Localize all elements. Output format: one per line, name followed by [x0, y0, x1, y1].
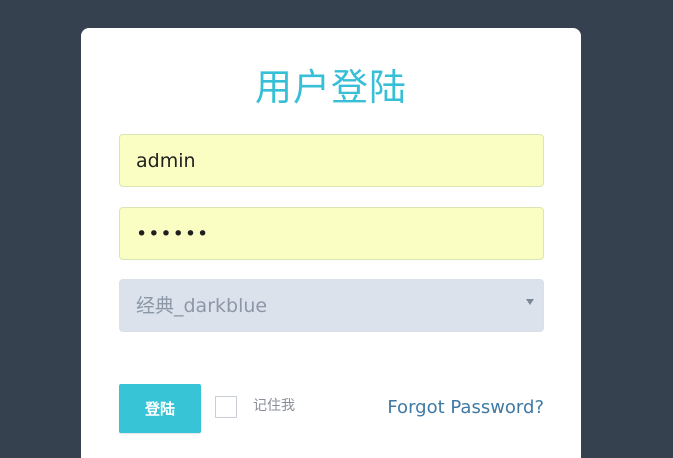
remember-me-label: 记住我 — [253, 398, 295, 414]
login-page: 用户登陆 经典_darkblue 登陆 记住我 Forgot Password? — [0, 0, 673, 458]
theme-select[interactable]: 经典_darkblue — [119, 279, 544, 332]
username-input[interactable] — [119, 134, 544, 187]
page-title: 用户登陆 — [255, 66, 407, 109]
forgot-password-link[interactable]: Forgot Password? — [387, 396, 544, 420]
password-input[interactable] — [119, 207, 544, 260]
theme-select-value: 经典_darkblue — [136, 295, 268, 317]
chevron-down-icon — [526, 299, 534, 305]
login-button[interactable]: 登陆 — [119, 384, 201, 433]
remember-me-checkbox[interactable] — [215, 396, 237, 418]
login-card: 用户登陆 经典_darkblue 登陆 记住我 Forgot Password? — [81, 28, 581, 458]
